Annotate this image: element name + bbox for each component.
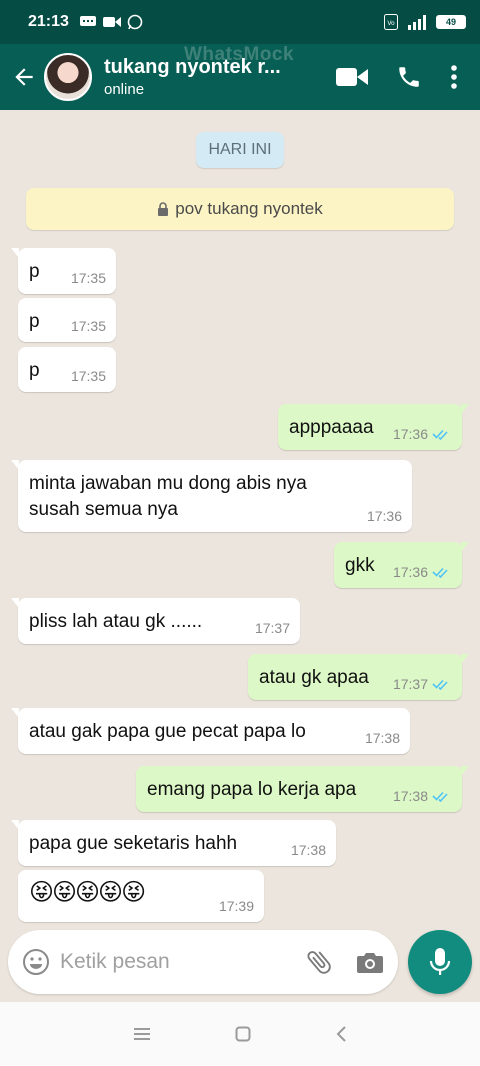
message-bubble[interactable]: atau gk apaa 17:37 [248, 654, 469, 700]
notification-icons [79, 14, 143, 30]
video-notification-icon [102, 17, 121, 27]
volte-icon: Vo [384, 14, 398, 30]
message-text: pliss lah atau gk ...... [29, 611, 203, 632]
message-bubble[interactable]: atau gak papa gue pecat papa lo 17:38 [11, 708, 410, 754]
message-bubble[interactable]: apppaaaa 17:36 [278, 404, 469, 450]
back-nav-icon[interactable] [335, 1025, 347, 1043]
lock-icon [158, 202, 169, 216]
svg-text:Vo: Vo [387, 20, 395, 27]
message-time: 17:35 [70, 318, 106, 334]
double-check-icon [432, 567, 448, 578]
video-call-icon[interactable] [336, 66, 368, 88]
message-composer[interactable]: Ketik pesan [8, 930, 398, 994]
message-text: 😝😝😝😝😝 [29, 879, 146, 906]
message-time: 17:36 [392, 426, 428, 442]
message-bubble[interactable]: p 17:35 [18, 298, 116, 342]
recents-menu-icon[interactable] [133, 1027, 151, 1041]
message-time: 17:36 [392, 564, 428, 580]
chat-area[interactable]: HARI INI pov tukang nyontek p 17:35 p 17… [0, 110, 480, 930]
notice-banner: pov tukang nyontek [26, 188, 454, 230]
message-bubble[interactable]: papa gue seketaris hahh 17:38 [11, 820, 336, 866]
home-icon[interactable] [235, 1026, 251, 1042]
chat-notification-icon [79, 16, 96, 26]
avatar[interactable] [44, 53, 92, 101]
message-text: emang papa lo kerja apa [147, 779, 357, 800]
message-time: 17:38 [364, 730, 400, 746]
message-bubble[interactable]: 😝😝😝😝😝 17:39 [18, 870, 264, 922]
message-bubble[interactable]: p 17:35 [18, 347, 116, 392]
message-time: 17:37 [254, 620, 290, 636]
microphone-icon [429, 948, 451, 975]
message-text: minta jawaban mu dong abis nya [29, 473, 307, 494]
message-input[interactable]: Ketik pesan [60, 950, 304, 974]
date-chip: HARI INI [196, 132, 284, 168]
system-nav-bar [0, 1002, 480, 1066]
message-time: 17:36 [366, 508, 402, 524]
message-text: p [29, 360, 40, 381]
message-time: 17:38 [290, 842, 326, 858]
watermark: WhatsMock [184, 44, 295, 65]
emoji-icon[interactable] [22, 948, 50, 976]
whatsapp-notification-icon [127, 14, 143, 30]
message-time: 17:35 [70, 270, 106, 286]
message-bubble[interactable]: minta jawaban mu dong abis nya susah sem… [11, 460, 412, 532]
double-check-icon [432, 429, 448, 440]
message-text: p [29, 311, 40, 332]
message-time: 17:35 [70, 368, 106, 384]
message-bubble[interactable]: p 17:35 [11, 248, 116, 294]
message-text: papa gue seketaris hahh [29, 833, 238, 854]
message-text: atau gak papa gue pecat papa lo [29, 721, 306, 742]
double-check-icon [432, 679, 448, 690]
signal-icon [408, 15, 426, 30]
message-text: atau gk apaa [259, 667, 369, 688]
message-text: p [29, 261, 40, 282]
more-options-icon[interactable] [450, 64, 458, 90]
mic-button[interactable] [408, 930, 472, 994]
back-button[interactable] [6, 59, 42, 95]
double-check-icon [432, 791, 448, 802]
message-bubble[interactable]: emang papa lo kerja apa 17:38 [136, 766, 469, 812]
message-text: gkk [345, 555, 375, 576]
message-time: 17:39 [218, 898, 254, 914]
message-time: 17:38 [392, 788, 428, 804]
message-text-line2: susah semua nya [29, 499, 178, 520]
status-time: 21:13 [28, 13, 69, 30]
contact-status: online [104, 81, 145, 98]
message-bubble[interactable]: pliss lah atau gk ...... 17:37 [11, 598, 300, 644]
arrow-left-icon [15, 68, 33, 86]
message-bubble[interactable]: gkk 17:36 [334, 542, 469, 588]
battery-icon: 49 [436, 15, 466, 29]
status-bar: 21:13 Vo 49 [0, 0, 480, 44]
phone-icon[interactable] [396, 64, 422, 90]
notice-text: pov tukang nyontek [175, 199, 323, 218]
attach-icon[interactable] [304, 947, 334, 977]
message-text: apppaaaa [289, 417, 374, 438]
camera-icon[interactable] [356, 949, 384, 975]
message-time: 17:37 [392, 676, 428, 692]
